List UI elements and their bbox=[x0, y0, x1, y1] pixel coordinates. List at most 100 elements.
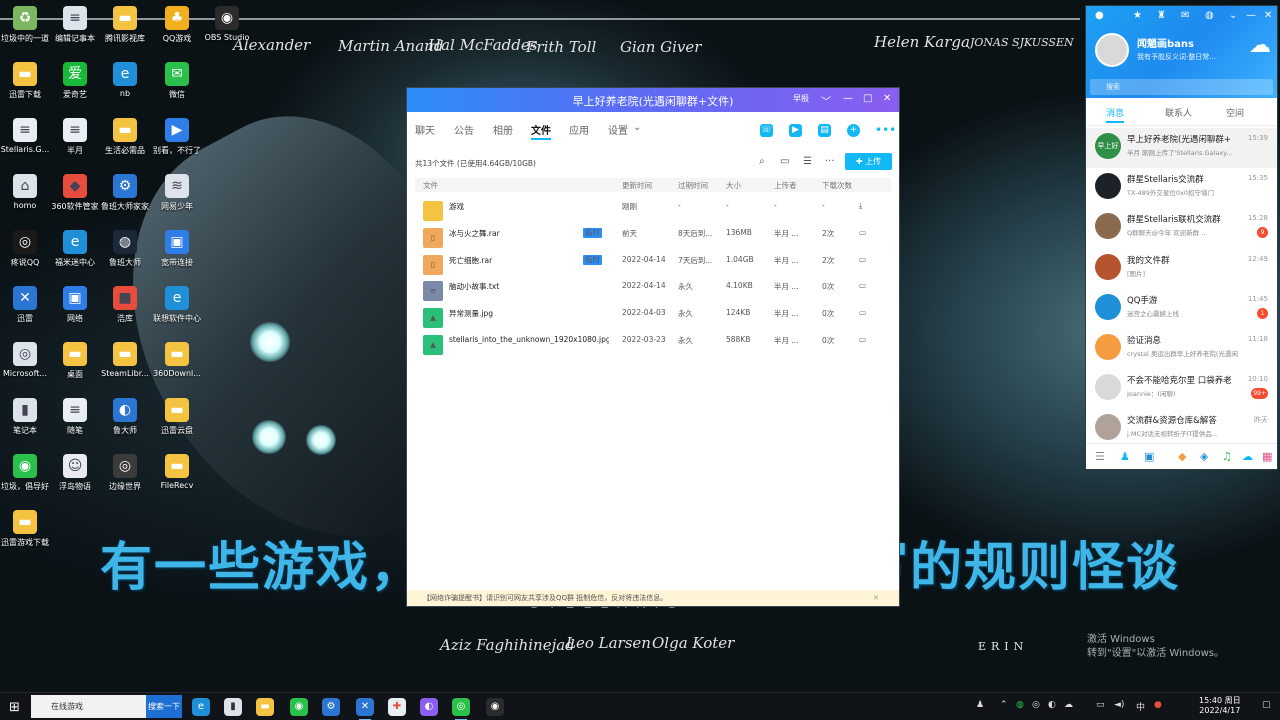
windows-start-icon[interactable]: ⊞ bbox=[9, 700, 20, 715]
chat-list-item[interactable]: 不会不能哈克尔里 口袋养老 Joannie：(闲聊) 10:10 99+ bbox=[1086, 369, 1277, 409]
game-icon[interactable]: ✚ bbox=[388, 698, 406, 716]
minimize-button[interactable]: — bbox=[843, 93, 853, 104]
file-row[interactable]: ▲ 异常测量.jpg 2022-04-03 永久 124KB 半月 ... 0次 ▭ bbox=[415, 299, 891, 329]
desktop-icon[interactable]: ◆ 360软件管家 bbox=[50, 174, 100, 212]
cloud-icon[interactable]: ☁ bbox=[1242, 450, 1253, 463]
status-icon[interactable]: ● bbox=[1095, 10, 1104, 21]
network-icon[interactable]: ▭ bbox=[1096, 700, 1105, 710]
desktop-icon[interactable]: ◎ 边缘世界 bbox=[100, 454, 150, 492]
desktop-icon[interactable]: ≡ 随笔 bbox=[50, 398, 100, 436]
desktop-icon[interactable]: ▮ 笔记本 bbox=[0, 398, 50, 436]
desktop-icon[interactable]: ▣ 宽带连接 bbox=[152, 230, 202, 268]
desktop-icon[interactable]: ≋ 网易少年 bbox=[152, 174, 202, 212]
download-icon[interactable]: ⤓ bbox=[859, 201, 862, 211]
file-explorer-icon[interactable]: ▬ bbox=[256, 698, 274, 716]
maximize-button[interactable]: □ bbox=[863, 93, 872, 104]
edge-icon[interactable]: e bbox=[192, 698, 210, 716]
col-expire[interactable]: 过期时间 bbox=[678, 180, 708, 191]
desktop-icon[interactable]: 爱爱奇艺 bbox=[50, 62, 100, 100]
chat-list-item[interactable]: 我的文件群 [图片] 12:49 bbox=[1086, 249, 1277, 289]
search-input[interactable]: 搜索 bbox=[1090, 79, 1273, 95]
open-folder-icon[interactable]: ▭ bbox=[859, 255, 866, 264]
desktop-icon[interactable]: e 福米迷中心 bbox=[50, 230, 100, 268]
file-row[interactable]: ▯ 死亡细胞.rar 临时 2022-04-14 7天后到... 1.04GB 半月 ...… bbox=[415, 246, 891, 275]
group-app-icon[interactable]: ▤ bbox=[818, 124, 831, 137]
close-button[interactable]: ✕ bbox=[1264, 10, 1272, 21]
desktop-icon[interactable]: ≡ 半月 bbox=[50, 118, 100, 156]
file-row[interactable]: ≡ 脑动小故事.txt 2022-04-14 永久 4.10KB 半月 ... 0次 ▭ bbox=[415, 272, 891, 302]
open-folder-icon[interactable]: ▭ bbox=[859, 228, 866, 237]
tab-files[interactable]: 文件 bbox=[531, 122, 551, 140]
desktop-icon[interactable]: ◐ 鲁大师 bbox=[100, 398, 150, 436]
chat-list-item[interactable]: 群星Stellaris交流群 TX-489外交星位0x0招守墙门 15:35 bbox=[1086, 168, 1277, 208]
file-name[interactable]: 脑动小故事.txt bbox=[449, 281, 609, 292]
weather-icon[interactable]: ☁ bbox=[1249, 33, 1271, 58]
contacts-icon[interactable]: ♟ bbox=[1120, 450, 1130, 463]
notepad-icon[interactable]: ▮ bbox=[224, 698, 242, 716]
game-controller-icon[interactable]: ◈ bbox=[1200, 450, 1208, 463]
desktop-icon[interactable]: e 联想软件中心 bbox=[152, 286, 202, 324]
desktop-icon[interactable]: ⌂ homo bbox=[0, 174, 50, 210]
desktop-icon[interactable]: ■ 浩库 bbox=[100, 286, 150, 324]
grid-icon[interactable]: ▦ bbox=[1262, 450, 1272, 463]
chevron-up-icon[interactable]: ⌃ bbox=[1000, 700, 1008, 710]
open-folder-icon[interactable]: ▭ bbox=[859, 281, 866, 290]
desktop-icon[interactable]: ◉ 垃圾，倡导好 bbox=[0, 454, 50, 492]
file-name[interactable]: 游戏 bbox=[449, 201, 609, 212]
app-tray-icon[interactable]: ◐ bbox=[1048, 700, 1056, 710]
notification-icon[interactable]: ▢ bbox=[1262, 700, 1271, 710]
tab-messages[interactable]: 消息 bbox=[1106, 106, 1125, 123]
tab-apps[interactable]: 应用 bbox=[569, 122, 589, 137]
desktop-icon[interactable]: ◎ 疼说QQ bbox=[0, 230, 50, 268]
desktop-icon[interactable]: ◉ OBS Studio bbox=[202, 6, 252, 42]
add-icon[interactable]: + bbox=[847, 124, 860, 137]
desktop-icon[interactable]: ⚙ 鲁班大师家家 bbox=[100, 174, 150, 212]
gear-app-icon[interactable]: ⚙ bbox=[322, 698, 340, 716]
col-downloads[interactable]: 下载次数 bbox=[822, 180, 852, 191]
tab-contacts[interactable]: 联系人 bbox=[1165, 106, 1192, 119]
volume-icon[interactable]: ◄) bbox=[1114, 700, 1124, 710]
main-menu-icon[interactable]: ☰ bbox=[1095, 450, 1105, 463]
desktop-icon[interactable]: ≡ 编辑记事本 bbox=[50, 6, 100, 44]
obs-icon[interactable]: ◉ bbox=[486, 698, 504, 716]
desktop-icon[interactable]: ♻ 垃圾中的一道 bbox=[0, 6, 50, 44]
minimize-button[interactable]: — bbox=[1246, 10, 1256, 21]
col-updated[interactable]: 更新时间 bbox=[622, 180, 652, 191]
shirt-icon[interactable]: ♜ bbox=[1157, 10, 1166, 21]
desktop-icon[interactable]: ♣ QQ游戏 bbox=[152, 6, 202, 44]
wechat-tray-icon[interactable]: ◍ bbox=[1016, 700, 1024, 710]
phone-icon[interactable]: ☏ bbox=[760, 124, 773, 137]
desktop-icon[interactable]: ▬ 桌面 bbox=[50, 342, 100, 380]
desktop-icon[interactable]: ▶ 别看，不行了 bbox=[152, 118, 202, 156]
file-name[interactable]: 异常测量.jpg bbox=[449, 308, 609, 319]
chevron-down-icon[interactable]: ⌄ bbox=[633, 122, 641, 133]
cloud-tray-icon[interactable]: ☁ bbox=[1064, 700, 1073, 710]
qq-icon[interactable]: ◎ bbox=[452, 698, 470, 720]
col-uploader[interactable]: 上传者 bbox=[774, 180, 797, 191]
tab-album[interactable]: 相册 bbox=[493, 122, 513, 137]
file-row[interactable]: 游戏 刚刚 - - - - ⤓ bbox=[415, 192, 891, 221]
tab-space[interactable]: 空间 bbox=[1226, 106, 1244, 119]
file-name[interactable]: stellaris_into_the_unknown_1920x1080.jpg bbox=[449, 335, 609, 344]
xunlei-icon[interactable]: ✕ bbox=[356, 698, 374, 720]
lock-icon[interactable]: ◍ bbox=[1205, 10, 1214, 21]
desktop-icon[interactable]: ▬ 360Downl... bbox=[152, 342, 202, 378]
avatar[interactable] bbox=[1095, 33, 1129, 67]
list-view-icon[interactable]: ☰ bbox=[803, 156, 812, 167]
file-row[interactable]: ▲ stellaris_into_the_unknown_1920x1080.jp… bbox=[415, 326, 891, 355]
antivirus-icon[interactable]: ● bbox=[1154, 700, 1162, 710]
taskbar-search-input[interactable]: 在线游戏 bbox=[31, 695, 146, 718]
close-notice-icon[interactable]: ✕ bbox=[873, 590, 879, 606]
menu-chevron-icon[interactable]: ﹀ bbox=[821, 93, 831, 108]
search-icon[interactable]: ⌕ bbox=[759, 156, 765, 167]
desktop-icon[interactable]: ◍ 鲁班大师 bbox=[100, 230, 150, 268]
desktop-icon[interactable]: ☺ 浮岛物语 bbox=[50, 454, 100, 492]
desktop-icon[interactable]: ▬ SteamLibr... bbox=[100, 342, 150, 378]
more-icon[interactable]: ••• bbox=[875, 124, 896, 137]
menu-icon[interactable]: ⌄ bbox=[1229, 10, 1237, 21]
open-folder-icon[interactable]: ▭ bbox=[859, 335, 866, 344]
chat-list-item[interactable]: 群星Stellaris联机交流群 Q群聊天@今年 欢迎新群 ... 15:28 9 bbox=[1086, 208, 1277, 248]
desktop-icon[interactable]: ▬ 迅雷下载 bbox=[0, 62, 50, 100]
chat-list-item[interactable]: 早上好 早上好养老院(光遇闲聊群+ 半月 刚刚上传了'Stellaris.Galax… bbox=[1086, 128, 1277, 168]
desktop-icon[interactable]: ◎ Microsoft... bbox=[0, 342, 50, 378]
